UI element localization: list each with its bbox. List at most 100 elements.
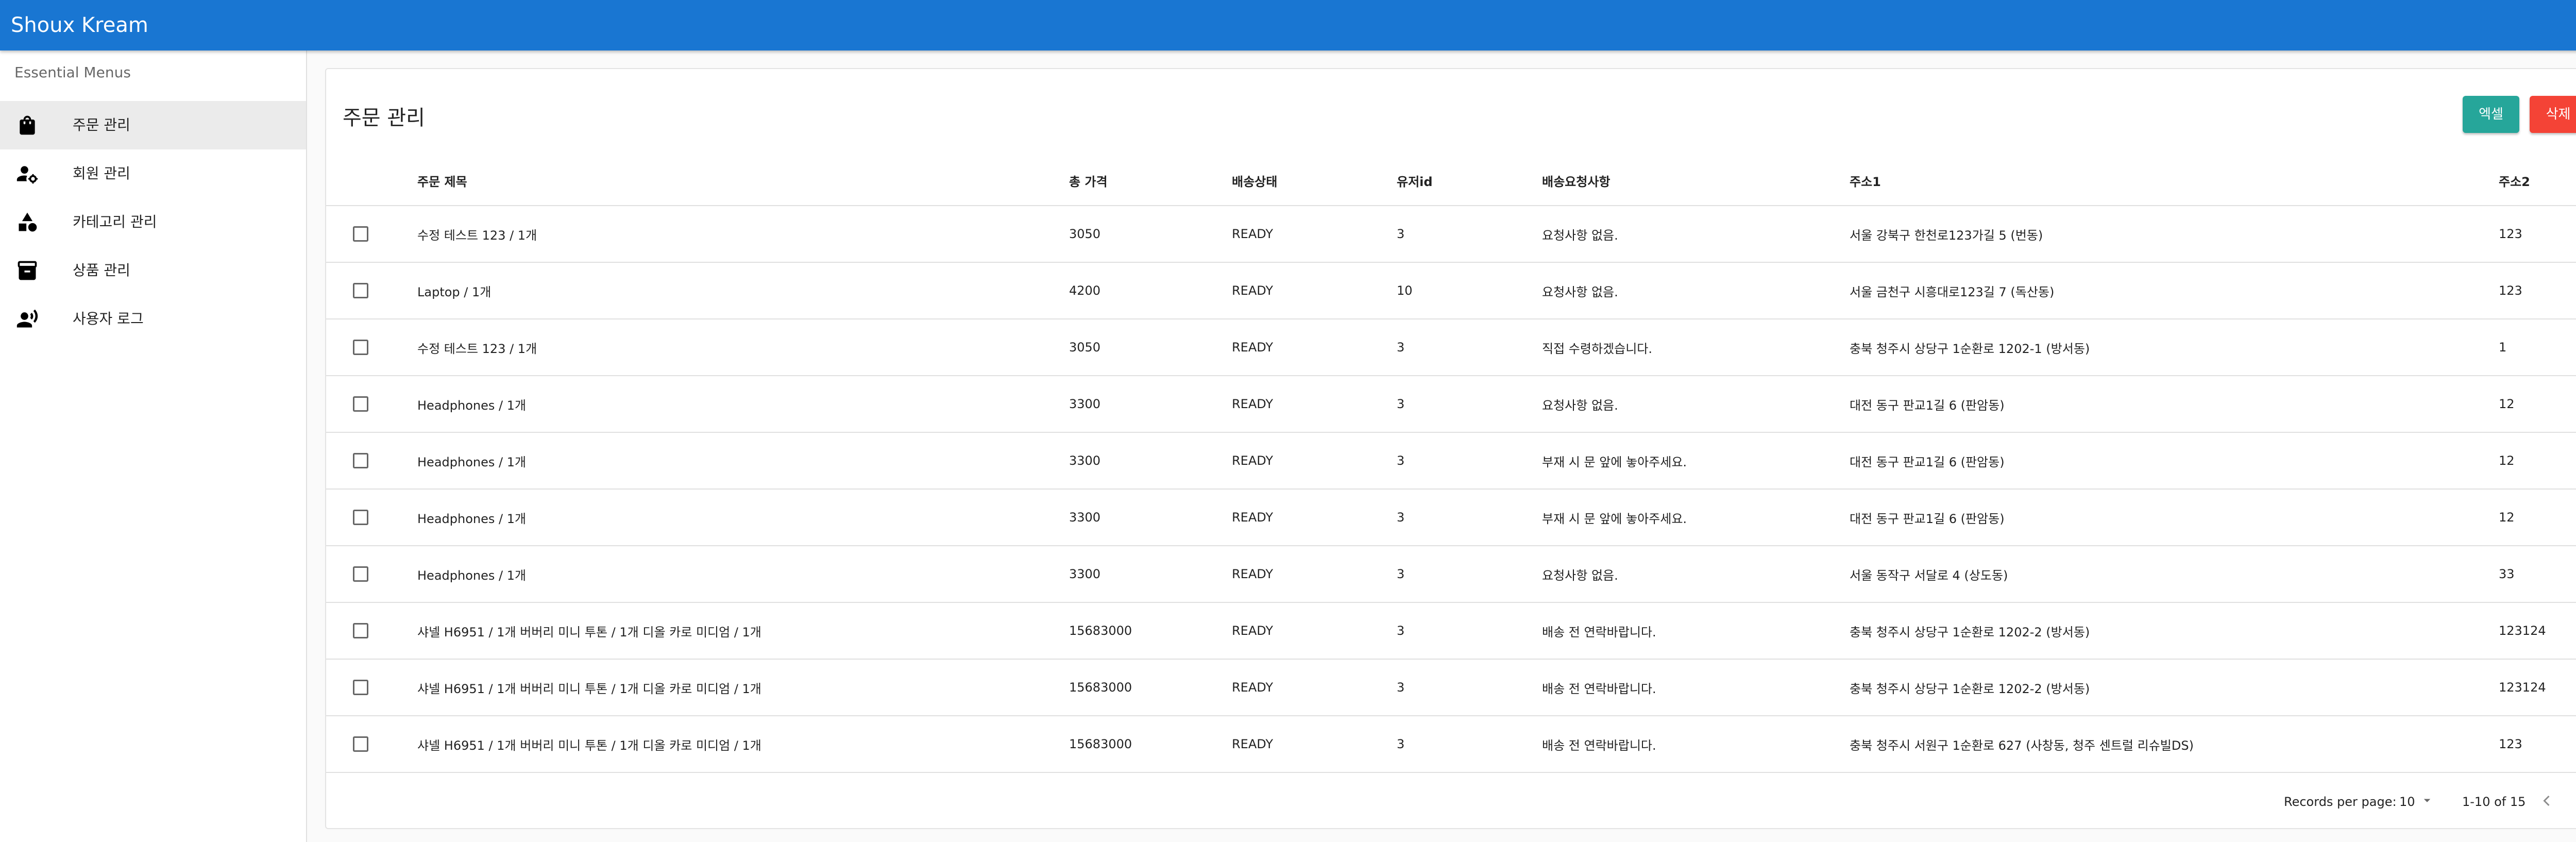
row-checkbox[interactable] — [353, 226, 368, 242]
row-checkbox[interactable] — [353, 283, 368, 298]
shopping-bag-icon — [16, 114, 39, 137]
table-row[interactable]: 수정 테스트 123 / 1개 3050 READY 3 직접 수령하겠습니다.… — [326, 319, 2576, 376]
sidebar-item-products[interactable]: 상품 관리 — [0, 246, 306, 295]
address2-cell: 123124 — [2499, 602, 2576, 660]
row-select-cell — [326, 432, 417, 490]
row-checkbox[interactable] — [353, 510, 368, 525]
delete-button[interactable]: 삭제 — [2530, 96, 2576, 133]
user-id-cell: 3 — [1397, 659, 1542, 716]
table-row[interactable]: 샤넬 H6951 / 1개 버버리 미니 투톤 / 1개 디올 카로 미디엄 /… — [326, 602, 2576, 660]
table-row[interactable]: 수정 테스트 123 / 1개 3050 READY 3 요청사항 없음. 서울… — [326, 206, 2576, 263]
address1-cell: 충북 청주시 상당구 1순환로 1202-1 (방서동) — [1850, 319, 2499, 376]
address1-cell: 서울 강북구 한천로123가길 5 (번동) — [1850, 206, 2499, 263]
sidebar-item-label: 카테고리 관리 — [73, 213, 157, 230]
order-title-cell: Headphones / 1개 — [417, 489, 1069, 546]
delivery-request-cell: 요청사항 없음. — [1542, 546, 1850, 603]
sidebar-item-label: 상품 관리 — [73, 262, 130, 279]
delivery-request-cell: 직접 수령하겠습니다. — [1542, 319, 1850, 376]
manage-accounts-icon — [16, 162, 39, 185]
row-checkbox[interactable] — [353, 736, 368, 752]
sidebar-item-members[interactable]: 회원 관리 — [0, 149, 306, 198]
table-row[interactable]: Headphones / 1개 3300 READY 3 요청사항 없음. 서울… — [326, 546, 2576, 603]
user-id-cell: 3 — [1397, 546, 1542, 603]
address1-cell: 충북 청주시 상당구 1순환로 1202-2 (방서동) — [1850, 659, 2499, 716]
delivery-status-cell: READY — [1232, 716, 1397, 773]
column-header-delivery-status[interactable]: 배송상태 — [1232, 156, 1397, 206]
row-checkbox[interactable] — [353, 623, 368, 638]
user-id-cell: 3 — [1397, 319, 1542, 376]
table-row[interactable]: 샤넬 H6951 / 1개 버버리 미니 투톤 / 1개 디올 카로 미디엄 /… — [326, 659, 2576, 716]
row-checkbox[interactable] — [353, 396, 368, 412]
order-title-cell: 수정 테스트 123 / 1개 — [417, 319, 1069, 376]
chevron-left-icon[interactable] — [2537, 792, 2556, 810]
column-header-order-title[interactable]: 주문 제목 — [417, 156, 1069, 206]
row-checkbox[interactable] — [353, 453, 368, 468]
row-select-cell — [326, 489, 417, 546]
column-header-total-price[interactable]: 총 가격 — [1069, 156, 1232, 206]
caret-down-icon[interactable] — [2419, 793, 2435, 808]
delivery-request-cell: 요청사항 없음. — [1542, 376, 1850, 433]
sidebar-item-user-logs[interactable]: 사용자 로그 — [0, 295, 306, 343]
delivery-status-cell: READY — [1232, 206, 1397, 263]
order-title-cell: 샤넬 H6951 / 1개 버버리 미니 투톤 / 1개 디올 카로 미디엄 /… — [417, 716, 1069, 773]
delivery-request-cell: 배송 전 연락바랍니다. — [1542, 659, 1850, 716]
address1-cell: 대전 동구 판교1길 6 (판암동) — [1850, 489, 2499, 546]
address2-cell: 12 — [2499, 432, 2576, 490]
address1-cell: 충북 청주시 서원구 1순환로 627 (사창동, 청주 센트럴 리슈빌DS) — [1850, 716, 2499, 773]
user-id-cell: 3 — [1397, 716, 1542, 773]
table-row[interactable]: 샤넬 H6951 / 1개 버버리 미니 투톤 / 1개 디올 카로 미디엄 /… — [326, 716, 2576, 773]
chevron-right-icon[interactable] — [2571, 792, 2576, 810]
total-price-cell: 3300 — [1069, 489, 1232, 546]
column-header-address1[interactable]: 주소1 — [1850, 156, 2499, 206]
table-header-row: 주문 제목 총 가격 배송상태 유저id 배송요청사항 주소1 주소2 — [326, 156, 2576, 206]
delivery-status-cell: READY — [1232, 489, 1397, 546]
user-id-cell: 3 — [1397, 602, 1542, 660]
address1-cell: 충북 청주시 상당구 1순환로 1202-2 (방서동) — [1850, 602, 2499, 660]
sidebar-item-label: 주문 관리 — [73, 116, 130, 133]
order-title-cell: Headphones / 1개 — [417, 432, 1069, 490]
row-select-cell — [326, 206, 417, 263]
total-price-cell: 15683000 — [1069, 659, 1232, 716]
table-row[interactable]: Headphones / 1개 3300 READY 3 부재 시 문 앞에 놓… — [326, 489, 2576, 546]
row-select-cell — [326, 319, 417, 376]
total-price-cell: 3300 — [1069, 546, 1232, 603]
order-title-cell: Headphones / 1개 — [417, 376, 1069, 433]
delivery-request-cell: 부재 시 문 앞에 놓아주세요. — [1542, 489, 1850, 546]
table-row[interactable]: Laptop / 1개 4200 READY 10 요청사항 없음. 서울 금천… — [326, 262, 2576, 319]
row-checkbox[interactable] — [353, 340, 368, 355]
rows-per-page-select[interactable]: 10 — [2399, 795, 2415, 809]
row-select-cell — [326, 262, 417, 319]
address1-cell: 대전 동구 판교1길 6 (판암동) — [1850, 376, 2499, 433]
user-id-cell: 3 — [1397, 432, 1542, 490]
address2-cell: 123 — [2499, 262, 2576, 319]
delivery-status-cell: READY — [1232, 376, 1397, 433]
app-bar: Shoux Kream — [0, 0, 2576, 50]
row-checkbox[interactable] — [353, 680, 368, 695]
app-title: Shoux Kream — [11, 13, 148, 37]
order-title-cell: 수정 테스트 123 / 1개 — [417, 206, 1069, 263]
excel-export-button[interactable]: 엑셀 — [2463, 96, 2519, 133]
address2-cell: 123 — [2499, 716, 2576, 773]
user-id-cell: 10 — [1397, 262, 1542, 319]
table-pagination: Records per page: 10 1-10 of 15 — [326, 776, 2576, 828]
column-header-address2[interactable]: 주소2 — [2499, 156, 2576, 206]
column-header-delivery-request[interactable]: 배송요청사항 — [1542, 156, 1850, 206]
sidebar-item-categories[interactable]: 카테고리 관리 — [0, 198, 306, 246]
delivery-status-cell: READY — [1232, 432, 1397, 490]
address2-cell: 123 — [2499, 206, 2576, 263]
total-price-cell: 3050 — [1069, 206, 1232, 263]
sidebar-subheader: Essential Menus — [14, 64, 131, 81]
address1-cell: 서울 동작구 서달로 4 (상도동) — [1850, 546, 2499, 603]
table-row[interactable]: Headphones / 1개 3300 READY 3 요청사항 없음. 대전… — [326, 376, 2576, 433]
sidebar: Essential Menus 주문 관리 회원 관리 카테고리 관리 상품 관… — [0, 50, 307, 842]
sidebar-item-label: 회원 관리 — [73, 165, 130, 182]
row-checkbox[interactable] — [353, 566, 368, 582]
delivery-request-cell: 요청사항 없음. — [1542, 262, 1850, 319]
table-row[interactable]: Headphones / 1개 3300 READY 3 부재 시 문 앞에 놓… — [326, 432, 2576, 490]
total-price-cell: 3050 — [1069, 319, 1232, 376]
sidebar-item-orders[interactable]: 주문 관리 — [0, 101, 306, 149]
orders-panel: 주문 관리 엑셀 삭제 주문 제목 총 가격 배송상태 유저id 배송요청사항 … — [325, 68, 2576, 829]
column-header-user-id[interactable]: 유저id — [1397, 156, 1542, 206]
rows-per-page-label: Records per page: — [2284, 795, 2397, 809]
category-shapes-icon — [16, 211, 39, 233]
